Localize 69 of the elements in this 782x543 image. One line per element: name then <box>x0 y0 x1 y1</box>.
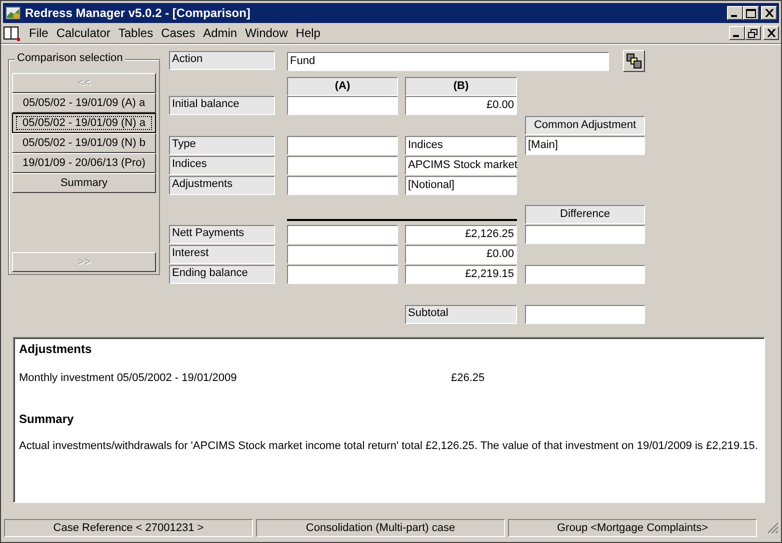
field-label: Initial balance <box>169 96 275 115</box>
menu-item[interactable]: Admin <box>199 26 242 40</box>
input-field[interactable]: £0.00 <box>405 245 517 264</box>
minimize-button[interactable] <box>729 26 745 40</box>
column-header: Common Adjustment <box>525 116 645 135</box>
input-field[interactable] <box>525 225 645 244</box>
field-label: Subtotal <box>405 305 517 324</box>
input-field[interactable]: APCIMS Stock market <box>405 156 517 175</box>
restore-icon <box>748 28 758 38</box>
close-icon <box>766 29 776 37</box>
column-header: Difference <box>525 205 645 224</box>
overlapping-squares-icon <box>626 53 642 69</box>
input-field[interactable] <box>287 245 398 264</box>
field-label: Nett Payments <box>169 225 275 244</box>
input-field[interactable] <box>287 225 398 244</box>
group-title: Comparison selection <box>15 52 125 64</box>
status-panel: Group <Mortgage Complaints> <box>508 519 757 537</box>
book-icon[interactable] <box>3 24 21 42</box>
input-field[interactable] <box>525 305 645 324</box>
comparison-item[interactable]: 19/01/09 - 20/06/13 (Pro) <box>12 153 156 173</box>
section-heading: Summary <box>19 412 74 426</box>
section-heading: Adjustments <box>19 342 92 356</box>
comparison-item[interactable]: 05/05/02 - 19/01/09 (A) a <box>12 93 156 113</box>
compare-button[interactable] <box>623 50 645 72</box>
menu-item[interactable]: Window <box>241 26 292 40</box>
input-field[interactable] <box>287 156 398 175</box>
input-field[interactable]: £2,219.15 <box>405 265 517 284</box>
summary-text: Actual investments/withdrawals for 'APCIMS Stock market income total return' total £2,126.25. The value of that investment on 19/01/2009 is £2,219.15. <box>19 440 758 452</box>
comparison-item[interactable]: 05/05/02 - 19/01/09 (N) a <box>12 113 156 133</box>
input-field[interactable]: £0.00 <box>405 96 517 115</box>
menu-item[interactable]: Calculator <box>52 26 114 40</box>
close-button[interactable] <box>763 26 779 40</box>
input-field[interactable] <box>287 136 398 155</box>
maximize-button[interactable] <box>743 6 759 20</box>
input-field[interactable]: [Notional] <box>405 176 517 195</box>
menu-item[interactable]: Help <box>292 26 324 40</box>
resize-grip-icon[interactable] <box>767 522 779 534</box>
input-field[interactable] <box>287 265 398 284</box>
column-header: (A) <box>287 77 398 96</box>
field-label: Indices <box>169 156 275 175</box>
menu-item[interactable]: Cases <box>157 26 200 40</box>
comparison-item[interactable]: 05/05/02 - 19/01/09 (N) b <box>12 133 156 153</box>
input-field[interactable]: [Main] <box>525 136 645 155</box>
menu-item[interactable]: File <box>25 26 52 40</box>
menu-item[interactable]: Tables <box>114 26 158 40</box>
field-label: Interest <box>169 245 275 264</box>
close-icon <box>764 9 774 17</box>
restore-button[interactable] <box>745 26 761 40</box>
input-field[interactable] <box>287 176 398 195</box>
window-title: Redress Manager v5.0.2 - [Comparison] <box>25 6 252 20</box>
field-label: Adjustments <box>169 176 275 195</box>
field-label: Type <box>169 136 275 155</box>
status-panel: Consolidation (Multi-part) case <box>256 519 505 537</box>
field-label: Action <box>169 51 275 70</box>
close-button[interactable] <box>761 6 777 20</box>
adjustment-amount: £26.25 <box>451 372 485 384</box>
status-panel: Case Reference < 27001231 > <box>4 519 253 537</box>
input-field[interactable] <box>525 265 645 284</box>
maximize-icon <box>746 8 756 18</box>
comparison-item[interactable]: Summary <box>12 173 156 193</box>
input-field[interactable] <box>287 96 398 115</box>
column-header: (B) <box>405 77 517 96</box>
action-field[interactable]: Fund <box>287 52 610 70</box>
field-label: Ending balance <box>169 265 275 284</box>
minimize-button[interactable] <box>727 6 743 20</box>
adjustment-text: Monthly investment 05/05/2002 - 19/01/2009 <box>19 372 238 384</box>
input-field[interactable]: Indices <box>405 136 517 155</box>
input-field[interactable]: £2,126.25 <box>405 225 517 244</box>
app-icon <box>5 5 21 21</box>
